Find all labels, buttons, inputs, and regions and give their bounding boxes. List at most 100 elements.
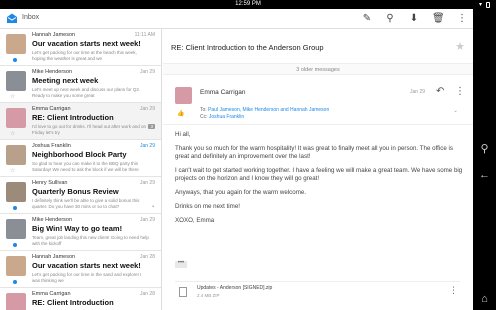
- reading-pane: RE: Client Introduction to the Anderson …: [163, 29, 473, 310]
- to-label: To:: [200, 107, 209, 113]
- avatar: [6, 219, 26, 239]
- attachment-overflow-icon[interactable]: ⋮: [449, 285, 458, 296]
- list-item[interactable]: Henry Sullivan Jan 29 Quarterly Bonus Revi…: [0, 177, 161, 214]
- archive-icon[interactable]: ⬇: [408, 13, 420, 25]
- recipients-cc: Cc: Joshua Franklin: [200, 114, 244, 120]
- cc-names[interactable]: Joshua Franklin: [209, 114, 244, 120]
- list-item[interactable]: ☆ Emma Carrigan Jan 29 RE: Client Introduct…: [0, 103, 161, 140]
- avatar: [6, 108, 26, 128]
- list-date: Jan 29: [139, 180, 155, 186]
- list-sender: Mike Henderson: [32, 217, 73, 223]
- avatar: [6, 71, 26, 91]
- older-messages[interactable]: 3 older messages: [163, 63, 473, 75]
- list-date: Jan 29: [139, 143, 155, 149]
- overflow-menu-icon[interactable]: ⋮: [456, 13, 468, 25]
- list-snippet: Let's get packing for our time at the be…: [32, 50, 137, 61]
- message-header[interactable]: Emma Carrigan Jan 29 ↶ ⋮ 👍 To: Paul Jame…: [163, 83, 473, 125]
- mail-app: Inbox ✎ ⚲ ⬇ 🗑 ⋮ Hannah Jameson 11:11 AM Ou…: [0, 9, 473, 310]
- back-icon[interactable]: ←: [477, 169, 492, 181]
- list-subject: Meeting next week: [32, 76, 99, 85]
- inbox-app-icon[interactable]: [6, 13, 18, 24]
- list-snippet: Let's meet up next week and discuss our …: [32, 87, 141, 98]
- to-names[interactable]: Paul Jameson, Mike Henderson and Hannah …: [208, 107, 329, 113]
- list-sender: Emma Carrigan: [32, 291, 71, 297]
- system-nav-bar: ⚲ ← ⌂: [473, 9, 496, 310]
- unread-dot-icon: [13, 206, 17, 210]
- list-date: 11:11 AM: [134, 32, 155, 38]
- attachment[interactable]: Updates - Anderson [SIGNED].zip 2.4 MB Z…: [175, 281, 460, 301]
- avatar: [6, 145, 26, 165]
- cc-label: Cc:: [200, 114, 209, 120]
- recipients-to: To: Paul Jameson, Mike Henderson and Han…: [200, 107, 329, 113]
- list-item[interactable]: Hannah Jameson 11:11 AM Our vacation start…: [0, 29, 161, 66]
- list-subject: Our vacation starts next week!: [32, 261, 141, 270]
- attachment-name: Updates - Anderson [SIGNED].zip: [197, 285, 273, 291]
- list-item[interactable]: ☆ Joshua Franklin Jan 29 Neighborhood Block…: [0, 140, 161, 177]
- body-paragraph: Drinks on me next time!: [175, 203, 240, 210]
- reply-icon[interactable]: ↶: [436, 86, 444, 97]
- list-item[interactable]: ☆Emma CarriganJan 28RE: Client Introduct…: [0, 288, 161, 310]
- home-icon[interactable]: ⌂: [477, 293, 492, 305]
- list-date: Jan 28: [139, 291, 155, 297]
- list-snippet: So glad to hear you can make it to the B…: [32, 161, 139, 172]
- star-icon[interactable]: ☆: [10, 130, 15, 137]
- star-icon[interactable]: ☆: [10, 167, 15, 174]
- attachment-size: 2.4 MB ZIP: [197, 293, 220, 298]
- message-overflow-icon[interactable]: ⋮: [455, 86, 465, 97]
- battery-icon: [486, 1, 490, 8]
- unread-dot-icon: [13, 243, 17, 247]
- avatar: [175, 87, 192, 104]
- body-paragraph: Hi all,: [175, 131, 191, 138]
- thread-subject: RE: Client Introduction to the Anderson …: [171, 43, 324, 52]
- compose-icon[interactable]: ✎: [361, 13, 373, 25]
- list-snippet: I definitely think we'll be able to give…: [32, 198, 140, 209]
- list-subject: RE: Client Introduction: [32, 113, 114, 122]
- toolbar: Inbox ✎ ⚲ ⬇ 🗑 ⋮: [0, 9, 473, 29]
- folder-title[interactable]: Inbox: [22, 14, 39, 21]
- list-date: Jan 29: [139, 69, 155, 75]
- list-subject: Neighborhood Block Party: [32, 150, 127, 159]
- star-icon[interactable]: ★: [455, 40, 465, 53]
- show-quoted-text-button[interactable]: •••: [175, 260, 187, 268]
- unread-dot-icon: [13, 58, 17, 62]
- body-paragraph: I can't wait to get started working toge…: [175, 167, 463, 182]
- avatar: [6, 182, 26, 202]
- thread-count-badge: 3: [148, 124, 155, 129]
- wifi-icon: ▾: [478, 2, 482, 8]
- thumbs-up-icon[interactable]: 👍: [177, 110, 184, 117]
- avatar: [6, 293, 26, 310]
- list-sender: Mike Henderson: [32, 69, 73, 75]
- list-item[interactable]: Mike Henderson Jan 29 Big Win! Way to go t…: [0, 214, 161, 251]
- search-icon[interactable]: ⚲: [477, 142, 492, 155]
- list-date: Jan 28: [139, 254, 155, 260]
- unread-dot-icon: [13, 280, 17, 284]
- message-list: Hannah Jameson 11:11 AM Our vacation start…: [0, 29, 162, 310]
- list-subject: RE: Client Introduction: [32, 298, 114, 307]
- status-time: 12:59 PM: [235, 1, 261, 7]
- expand-details-icon[interactable]: ⌄: [453, 107, 458, 114]
- list-date: Jan 29: [139, 217, 155, 223]
- file-icon: [179, 287, 187, 297]
- list-item[interactable]: Hannah Jameson Jan 28 Our vacation starts …: [0, 251, 161, 288]
- list-item[interactable]: ☆ Mike Henderson Jan 29 Meeting next week Le…: [0, 66, 161, 103]
- star-icon[interactable]: ☆: [10, 93, 15, 100]
- message-date: Jan 29: [410, 89, 426, 95]
- list-sender: Hannah Jameson: [32, 32, 76, 38]
- list-date: Jan 29: [139, 106, 155, 112]
- list-sender: Joshua Franklin: [32, 143, 71, 149]
- avatar: [6, 256, 26, 276]
- list-snippet: Let's get packing for our time in the sa…: [32, 272, 142, 283]
- body-paragraph: Anyways, that you again for the warm wel…: [175, 189, 307, 196]
- attachment-indicator: •: [152, 204, 154, 210]
- list-sender: Emma Carrigan: [32, 106, 71, 112]
- list-subject: Big Win! Way to go team!: [32, 224, 123, 233]
- search-icon[interactable]: ⚲: [384, 13, 396, 25]
- list-snippet: Team, great job landing this new client!…: [32, 235, 149, 246]
- body-paragraph: XOXO, Emma: [175, 217, 215, 224]
- system-icons: ▾: [479, 1, 490, 8]
- list-sender: Hannah Jameson: [32, 254, 76, 260]
- message-body: Hi all, Thank you so much for the warm h…: [175, 131, 465, 231]
- list-snippet: I'd love to go out for drinks. I'll head…: [32, 124, 147, 135]
- delete-icon[interactable]: 🗑: [432, 13, 445, 25]
- list-subject: Our vacation starts next week!: [32, 39, 141, 48]
